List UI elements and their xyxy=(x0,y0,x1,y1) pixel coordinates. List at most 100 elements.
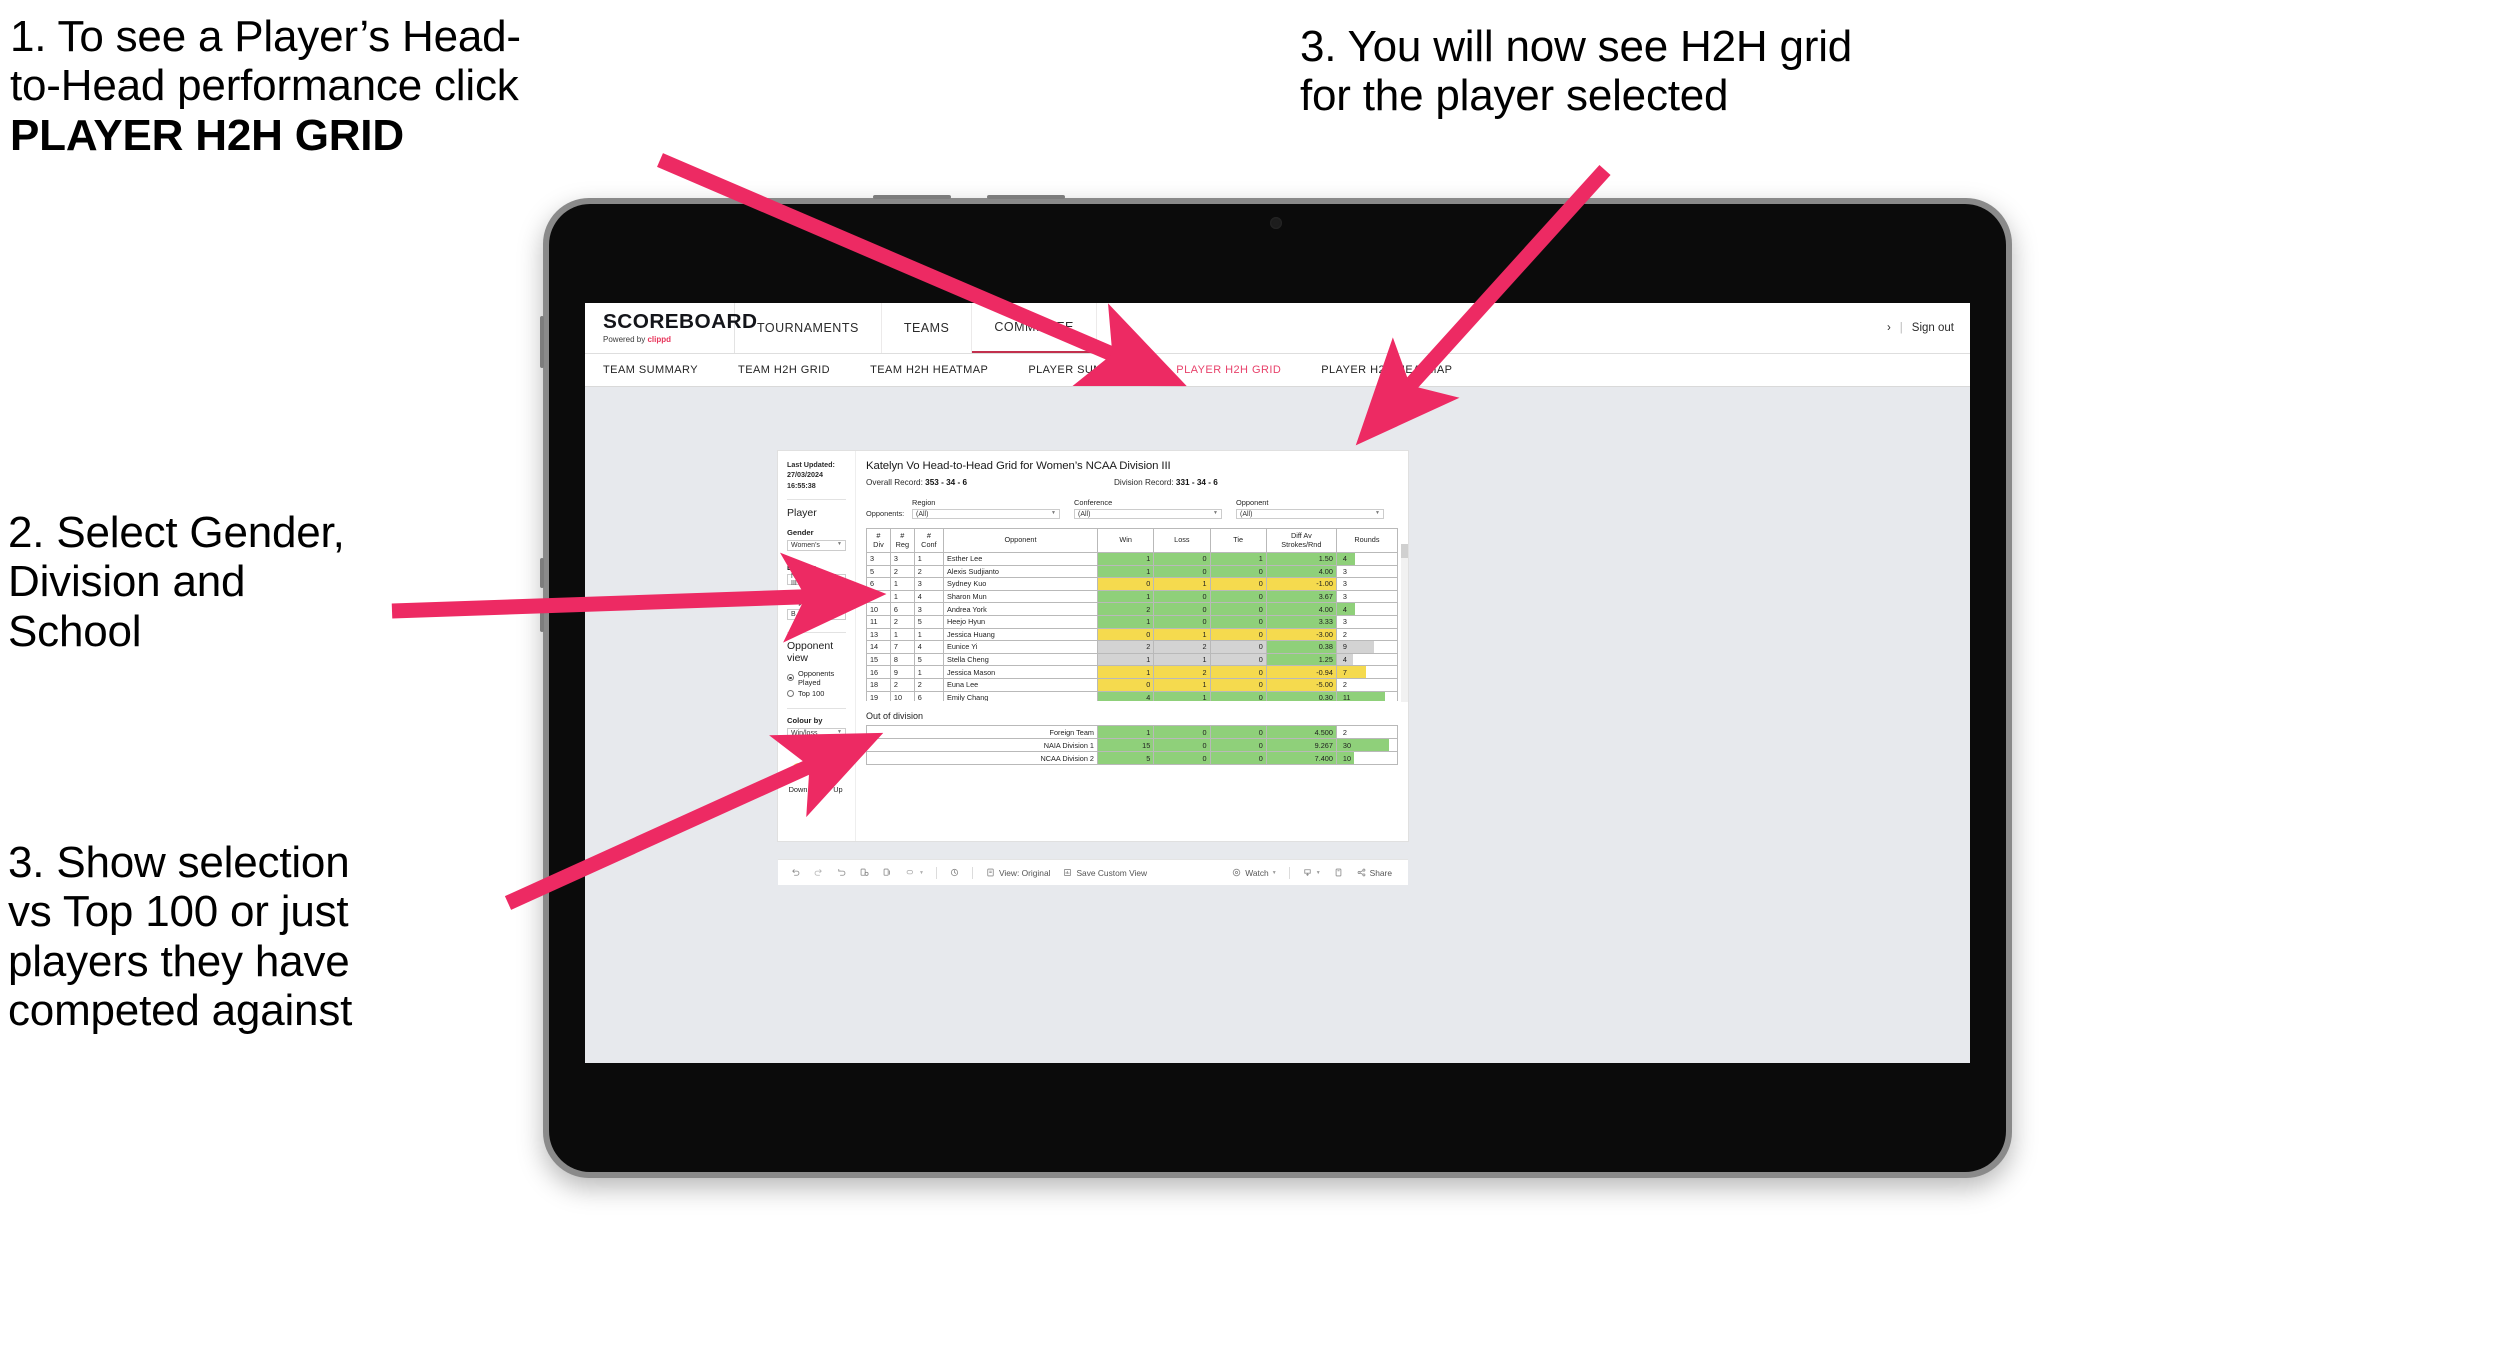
h2h-grid-scroll-area[interactable]: # Div # Reg # Conf Opponent Win Loss Tie Di… xyxy=(866,519,1398,701)
fullscreen-button[interactable] xyxy=(1327,867,1350,878)
cell-tie: 0 xyxy=(1209,614,1267,629)
cell-rounds: 2 xyxy=(1335,725,1399,739)
logo-powered-by: Powered by clippd xyxy=(603,335,734,344)
subnav-item-player-h2h-grid[interactable]: PLAYER H2H GRID xyxy=(1156,364,1301,376)
redo-icon[interactable] xyxy=(807,867,830,878)
cell-diff: 4.500 xyxy=(1265,725,1337,739)
legend-dot-down xyxy=(791,762,805,776)
cell-div: 16 xyxy=(866,665,891,679)
alert-icon[interactable]: ▼ xyxy=(899,867,930,878)
region-value: (All) xyxy=(916,510,929,518)
opponents-label: Opponents: xyxy=(866,509,905,518)
scoreboard-logo[interactable]: SCOREBOARD Powered by clippd xyxy=(585,303,757,353)
subnav-item-team-summary[interactable]: TEAM SUMMARY xyxy=(603,364,718,376)
table-row[interactable]: 5 2 2 Alexis Sudjianto 1 0 0 4.00 3 xyxy=(866,564,1398,579)
subnav-item-team-h2h-grid[interactable]: TEAM H2H GRID xyxy=(718,364,850,376)
subnav-item-team-h2h-heatmap[interactable]: TEAM H2H HEATMAP xyxy=(850,364,1008,376)
table-row[interactable]: 18 2 2 Euna Lee 0 1 0 -5.00 2 xyxy=(866,677,1398,692)
cell-win: 1 xyxy=(1096,725,1155,739)
share-button[interactable]: Share xyxy=(1350,867,1398,878)
highlight-icon[interactable] xyxy=(943,867,966,878)
sign-out-link[interactable]: Sign out xyxy=(1912,322,1954,334)
ood-table-row[interactable]: NCAA Division 2 5 0 0 7.400 10 xyxy=(866,751,1399,765)
player-section-title: Player xyxy=(787,507,817,520)
chevron-down-icon: ▼ xyxy=(1213,510,1218,516)
opponent-select[interactable]: (All) ▼ xyxy=(1236,509,1384,519)
cell-tie: 0 xyxy=(1209,677,1267,692)
ood-table-row[interactable]: Foreign Team 1 0 0 4.500 2 xyxy=(866,725,1399,739)
table-row[interactable]: 10 6 3 Andrea York 2 0 0 4.00 4 xyxy=(866,602,1398,616)
top-button[interactable] xyxy=(873,195,951,199)
chevron-right-icon[interactable]: › xyxy=(1887,322,1891,334)
col-loss: Loss xyxy=(1153,528,1211,553)
player-rank-select[interactable]: B. Katelyn Vo ▼ xyxy=(787,608,846,620)
cell-diff: 1.50 xyxy=(1265,552,1337,566)
pause-updates-icon[interactable] xyxy=(876,867,899,878)
gender-value: Women’s xyxy=(791,541,820,549)
cell-rounds: 30 xyxy=(1335,738,1399,752)
callout-3-line-2: vs Top 100 or just xyxy=(8,887,349,937)
radio-selected-icon xyxy=(787,674,794,682)
cell-div: 5 xyxy=(866,564,891,579)
table-row[interactable]: 9 1 4 Sharon Mun 1 0 0 3.67 3 xyxy=(866,589,1398,604)
overall-record-label: Overall Record: xyxy=(866,478,926,487)
grid-scrollbar[interactable] xyxy=(1401,544,1408,702)
table-row[interactable]: 15 8 5 Stella Cheng 1 1 0 1.25 4 xyxy=(866,652,1398,667)
topnav-item-tournaments[interactable]: TOURNAMENTS xyxy=(735,303,882,353)
cell-tie: 0 xyxy=(1209,690,1267,701)
radio-top-100[interactable]: Top 100 xyxy=(787,689,846,698)
callout-2-line-3: School xyxy=(8,606,142,656)
table-row[interactable]: 16 9 1 Jessica Mason 1 2 0 -0.94 7 xyxy=(866,665,1398,679)
division-label: Division xyxy=(787,562,817,572)
table-row[interactable]: 19 10 6 Emily Chang 4 1 0 0.30 11 xyxy=(866,690,1398,701)
download-button[interactable]: ▼ xyxy=(1296,867,1327,878)
table-row[interactable]: 3 3 1 Esther Lee 1 0 1 1.50 4 xyxy=(866,552,1398,566)
table-row[interactable]: 11 2 5 Heejo Hyun 1 0 0 3.33 3 xyxy=(866,614,1398,629)
power-button[interactable] xyxy=(540,602,544,632)
callout-1-line-3: PLAYER H2H GRID xyxy=(10,110,404,160)
gender-select[interactable]: Women’s ▼ xyxy=(787,539,846,551)
share-label: Share xyxy=(1369,867,1392,878)
undo-icon[interactable] xyxy=(788,867,807,878)
division-select[interactable]: NCAA Division III ▼ xyxy=(787,573,846,587)
cell-div: 13 xyxy=(866,627,891,642)
conference-select[interactable]: (All) ▼ xyxy=(1074,509,1222,519)
cell-opponent: Esther Lee xyxy=(942,552,1098,566)
ood-table-row[interactable]: NAIA Division 1 15 0 0 9.267 30 xyxy=(866,738,1399,752)
topnav-item-teams[interactable]: TEAMS xyxy=(882,303,973,353)
record-summary: Overall Record: 353 - 34 - 6 Division Re… xyxy=(866,478,1398,487)
cell-tie: 0 xyxy=(1209,589,1267,604)
cell-div: 14 xyxy=(866,640,891,654)
revert-icon[interactable] xyxy=(830,867,853,878)
cell-div: 11 xyxy=(866,614,891,629)
table-row[interactable]: 6 1 3 Sydney Kuo 0 1 0 -1.00 3 xyxy=(866,577,1398,591)
subnav-item-player-summary[interactable]: PLAYER SUMMARY xyxy=(1008,364,1156,376)
sub-navigation-bar: TEAM SUMMARY TEAM H2H GRID TEAM H2H HEAT… xyxy=(585,354,1970,387)
table-row[interactable]: 14 7 4 Eunice Yi 2 2 0 0.38 9 xyxy=(866,640,1398,654)
volume-up-button[interactable] xyxy=(540,316,544,368)
cell-rounds: 4 xyxy=(1335,602,1398,616)
browser-screen: SCOREBOARD Powered by clippd TOURNAMENTS… xyxy=(585,303,1970,1063)
cell-loss: 0 xyxy=(1153,602,1211,616)
dashboard-workspace: Last Updated: 27/03/2024 16:55:38 Player… xyxy=(585,387,1970,1063)
grid-scrollbar-thumb[interactable] xyxy=(1401,544,1408,558)
volume-down-button[interactable] xyxy=(540,558,544,588)
refresh-data-icon[interactable] xyxy=(853,867,876,878)
subnav-item-player-h2h-heatmap[interactable]: PLAYER H2H HEATMAP xyxy=(1301,364,1472,376)
topnav-item-committee[interactable]: COMMITTEE xyxy=(972,303,1097,353)
division-record-label: Division Record: xyxy=(1114,478,1176,487)
conference-label: Conference xyxy=(1074,498,1113,507)
table-row[interactable]: 13 1 1 Jessica Huang 0 1 0 -3.00 2 xyxy=(866,627,1398,642)
radio-opponents-played[interactable]: Opponents Played xyxy=(787,669,846,687)
h2h-grid-wrapper: # Div # Reg # Conf Opponent Win Loss Tie Di… xyxy=(866,519,1408,702)
view-original-button[interactable]: View: Original xyxy=(979,867,1057,878)
cell-win: 0 xyxy=(1096,677,1155,692)
cell-opponent: Alexis Sudjianto xyxy=(942,564,1098,579)
h2h-grid-body: 3 3 1 Esther Lee 1 0 1 1.50 4 5 2 2 Alexis Sudjianto… xyxy=(866,552,1398,701)
top-button-2[interactable] xyxy=(987,195,1065,199)
colour-by-select[interactable]: Win/loss ▼ xyxy=(787,727,846,739)
region-select[interactable]: (All) ▼ xyxy=(912,509,1060,519)
cell-conf: 1 xyxy=(913,665,944,679)
save-custom-view-button[interactable]: Save Custom View xyxy=(1056,867,1153,878)
watch-button[interactable]: Watch ▼ xyxy=(1225,867,1282,878)
